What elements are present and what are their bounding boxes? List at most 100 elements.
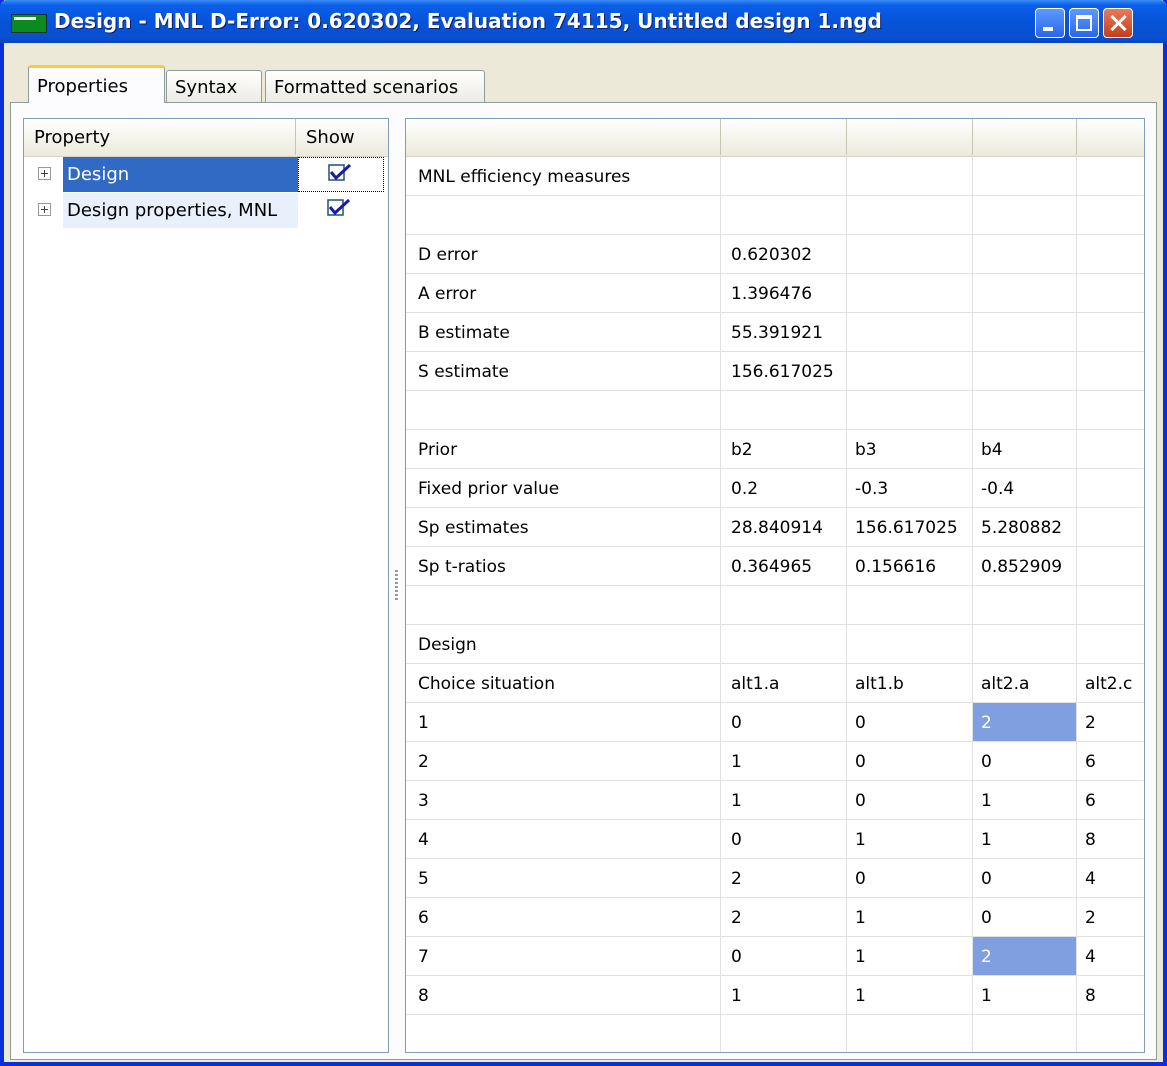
grid-cell[interactable] (1077, 586, 1144, 625)
grid-cell[interactable]: b2 (721, 430, 847, 469)
grid-cell[interactable]: Sp estimates (406, 508, 721, 547)
grid-cell[interactable]: 1 (847, 937, 973, 976)
grid-cell[interactable]: -0.3 (847, 469, 973, 508)
grid-cell[interactable]: 2 (721, 859, 847, 898)
grid-cell[interactable]: 5 (406, 859, 721, 898)
grid-cell[interactable] (406, 391, 721, 430)
checkbox-checked-icon[interactable] (327, 199, 351, 217)
grid-cell[interactable]: 2 (973, 937, 1077, 976)
grid-cell[interactable]: 156.617025 (721, 352, 847, 391)
grid-cell[interactable] (721, 586, 847, 625)
grid-cell[interactable] (973, 586, 1077, 625)
grid-cell[interactable]: 0.2 (721, 469, 847, 508)
grid-column-header[interactable] (847, 119, 973, 155)
grid-cell[interactable]: 6 (1077, 781, 1144, 820)
property-column-header[interactable]: Property (24, 119, 296, 155)
grid-cell[interactable]: B estimate (406, 313, 721, 352)
grid-cell[interactable]: 2 (1077, 703, 1144, 742)
grid-cell[interactable] (973, 625, 1077, 664)
grid-cell[interactable] (847, 235, 973, 274)
grid-cell[interactable]: 0 (847, 742, 973, 781)
grid-cell[interactable]: 7 (406, 937, 721, 976)
grid-cell[interactable]: -0.4 (973, 469, 1077, 508)
grid-cell[interactable]: D error (406, 235, 721, 274)
grid-cell[interactable] (1077, 547, 1144, 586)
grid-cell[interactable]: 3 (406, 781, 721, 820)
grid-cell[interactable] (847, 586, 973, 625)
grid-cell[interactable] (973, 196, 1077, 235)
grid-cell[interactable] (721, 391, 847, 430)
show-cell[interactable] (298, 157, 384, 192)
grid-cell[interactable]: 1 (406, 703, 721, 742)
grid-cell[interactable] (973, 235, 1077, 274)
grid-cell[interactable] (1077, 274, 1144, 313)
grid-column-header[interactable] (973, 119, 1077, 155)
grid-column-header[interactable] (721, 119, 847, 155)
grid-cell[interactable]: 0 (847, 781, 973, 820)
grid-cell[interactable] (973, 274, 1077, 313)
grid-cell[interactable]: 0.620302 (721, 235, 847, 274)
grid-cell[interactable]: 1 (847, 976, 973, 1015)
panel-splitter[interactable] (393, 118, 401, 1053)
expand-icon[interactable] (38, 167, 51, 180)
show-cell[interactable] (298, 193, 384, 228)
grid-cell[interactable]: Choice situation (406, 664, 721, 703)
tree-item-design[interactable]: Design (24, 157, 388, 192)
tab-properties[interactable]: Properties (28, 65, 165, 103)
minimize-button[interactable] (1035, 8, 1065, 38)
grid-cell[interactable]: alt2.c (1077, 664, 1144, 703)
expand-icon[interactable] (38, 203, 51, 216)
grid-cell[interactable]: 2 (1077, 898, 1144, 937)
grid-cell[interactable] (973, 313, 1077, 352)
grid-cell[interactable]: 1 (973, 976, 1077, 1015)
grid-cell[interactable]: 0 (721, 937, 847, 976)
grid-column-header[interactable] (406, 119, 721, 155)
grid-cell[interactable]: 0 (973, 742, 1077, 781)
grid-cell[interactable] (847, 1015, 973, 1052)
grid-cell[interactable]: 4 (1077, 937, 1144, 976)
checkbox-checked-icon[interactable] (328, 164, 352, 182)
grid-cell[interactable] (847, 352, 973, 391)
grid-cell[interactable]: Sp t-ratios (406, 547, 721, 586)
grid-cell[interactable] (1077, 352, 1144, 391)
grid-cell[interactable] (1077, 391, 1144, 430)
splitter-grip[interactable] (395, 570, 398, 600)
grid-cell[interactable] (1077, 235, 1144, 274)
grid-cell[interactable]: 2 (406, 742, 721, 781)
grid-cell[interactable] (1077, 313, 1144, 352)
results-grid[interactable]: MNL efficiency measures D error 0.620302 A … (405, 118, 1145, 1053)
grid-cell[interactable]: 0 (973, 859, 1077, 898)
grid-cell[interactable] (973, 157, 1077, 196)
grid-cell[interactable] (847, 196, 973, 235)
grid-cell[interactable] (973, 1015, 1077, 1052)
grid-cell[interactable]: 8 (406, 976, 721, 1015)
grid-cell[interactable] (406, 1015, 721, 1052)
grid-cell[interactable]: 8 (1077, 820, 1144, 859)
grid-cell[interactable] (847, 391, 973, 430)
grid-cell[interactable]: alt1.a (721, 664, 847, 703)
grid-cell[interactable] (1077, 625, 1144, 664)
grid-cell[interactable] (1077, 196, 1144, 235)
grid-cell[interactable]: alt1.b (847, 664, 973, 703)
tree-item-design-properties-mnl[interactable]: Design properties, MNL (24, 193, 388, 228)
grid-cell[interactable]: 1 (721, 781, 847, 820)
grid-cell[interactable] (721, 625, 847, 664)
grid-cell[interactable]: 0 (847, 703, 973, 742)
grid-cell[interactable]: 1 (847, 898, 973, 937)
grid-cell[interactable] (406, 196, 721, 235)
grid-cell[interactable]: 1 (721, 742, 847, 781)
grid-cell[interactable]: b4 (973, 430, 1077, 469)
grid-cell[interactable] (847, 157, 973, 196)
property-tree[interactable]: Property Show Design Design properties, … (23, 118, 389, 1053)
grid-cell[interactable]: 4 (406, 820, 721, 859)
grid-cell[interactable]: 8 (1077, 976, 1144, 1015)
grid-cell[interactable]: 55.391921 (721, 313, 847, 352)
grid-cell[interactable]: 0.364965 (721, 547, 847, 586)
grid-cell[interactable] (721, 157, 847, 196)
tab-formatted-scenarios[interactable]: Formatted scenarios (265, 70, 485, 102)
grid-cell[interactable]: 1.396476 (721, 274, 847, 313)
grid-cell[interactable] (847, 625, 973, 664)
title-bar[interactable]: Design - MNL D-Error: 0.620302, Evaluati… (0, 0, 1167, 43)
maximize-button[interactable] (1069, 8, 1099, 38)
grid-cell[interactable]: 28.840914 (721, 508, 847, 547)
